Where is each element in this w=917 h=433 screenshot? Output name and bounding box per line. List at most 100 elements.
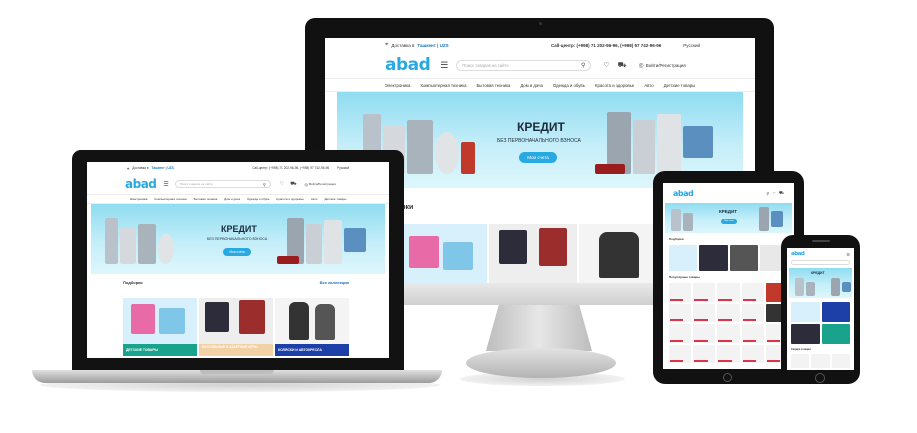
product-card[interactable]	[669, 303, 692, 322]
product-card[interactable]	[693, 283, 716, 302]
nav-item[interactable]: Авто	[311, 197, 318, 201]
product-card[interactable]	[741, 344, 764, 363]
collection-card[interactable]	[729, 245, 758, 271]
hero-button[interactable]: Мои счета	[721, 219, 737, 224]
product-card[interactable]	[717, 303, 740, 322]
logo[interactable]: abad	[791, 251, 805, 257]
delivery-city[interactable]: Ташкент | UZS	[417, 43, 448, 48]
heart-icon[interactable]: ♡	[603, 61, 609, 69]
menu-icon[interactable]: ☰	[440, 60, 448, 71]
tablet-section-title: Подборки	[669, 237, 684, 241]
nav-item[interactable]: Компьютерная техника	[154, 197, 186, 201]
collection-card[interactable]: ДЕТСКИЕ ТОВАРЫ	[123, 298, 197, 356]
product-card[interactable]	[811, 354, 830, 368]
collection-card[interactable]	[489, 224, 577, 283]
cart-icon[interactable]: ⛟	[290, 181, 296, 188]
all-collections-link[interactable]: Все коллекции	[320, 280, 349, 285]
product-card[interactable]	[693, 324, 716, 343]
login-link[interactable]: Войти/Регистрация	[309, 182, 336, 186]
nav-item[interactable]: Дом и дача	[520, 83, 543, 88]
collection-card[interactable]: КОЛЯСКИ И АВТОКРЕСЛА	[275, 298, 349, 356]
collection-card[interactable]	[669, 245, 698, 271]
nav-item[interactable]: Красота и здоровье	[276, 197, 303, 201]
logo[interactable]: abad	[673, 189, 694, 198]
heart-icon[interactable]: ♡	[772, 190, 776, 196]
hero-title: КРЕДИТ	[719, 209, 737, 214]
menu-icon[interactable]: ☰	[846, 252, 850, 257]
cart-icon[interactable]: ⛟	[618, 61, 627, 70]
nav-item[interactable]: Компьютерная техника	[420, 83, 466, 88]
collection-card[interactable]	[821, 302, 850, 322]
product-card[interactable]	[791, 354, 810, 368]
tablet-screen: abad ⚲ ♡ ⛟ КРЕДИТ Мои счета Подборки Поп…	[663, 183, 794, 369]
hero-banner[interactable]: КРЕДИТ Мои счета	[665, 203, 792, 233]
heart-icon[interactable]: ♡	[280, 181, 284, 187]
nav-item[interactable]: Красота и здоровье	[595, 83, 634, 88]
nav-item[interactable]: Авто	[644, 83, 653, 88]
nav-item[interactable]: Детские товары	[664, 83, 696, 88]
appliance-image	[683, 213, 693, 231]
collection-card[interactable]	[791, 324, 820, 344]
product-card[interactable]	[741, 303, 764, 322]
product-card[interactable]	[831, 354, 850, 368]
product-image	[499, 230, 527, 264]
appliance-image	[105, 218, 118, 264]
product-card[interactable]	[717, 324, 740, 343]
product-price	[670, 360, 684, 362]
product-card[interactable]	[669, 324, 692, 343]
phone-collections	[791, 302, 850, 344]
search-icon[interactable]: ⚲	[581, 62, 585, 69]
collection-card[interactable]	[699, 245, 728, 271]
nav-item[interactable]: Детские товары	[324, 197, 346, 201]
product-card[interactable]	[717, 344, 740, 363]
cart-icon[interactable]: ⛟	[779, 190, 784, 196]
login-link[interactable]: Войти/Регистрация	[646, 63, 686, 68]
hero-banner[interactable]: КРЕДИТ	[789, 268, 852, 298]
search-input[interactable]: Поиск товаров на сайте ⚲	[456, 59, 592, 71]
collection-card[interactable]	[791, 302, 820, 322]
hero-banner[interactable]: КРЕДИТ БЕЗ ПЕРВОНАЧАЛЬНОГО ВЗНОСА Мои сч…	[91, 204, 385, 274]
product-card[interactable]	[717, 283, 740, 302]
hero-title: КРЕДИТ	[811, 271, 825, 275]
product-card[interactable]	[693, 303, 716, 322]
nav-item[interactable]: Одежда и обувь	[247, 197, 269, 201]
menu-icon[interactable]: ☰	[163, 181, 168, 188]
delivery-city[interactable]: Ташкент | UZS	[152, 166, 174, 170]
nav-item[interactable]: Электроника	[385, 83, 411, 88]
tablet-home-button	[723, 373, 732, 382]
language-select[interactable]: Русский	[683, 43, 700, 48]
product-card[interactable]	[669, 283, 692, 302]
location-pin-icon: ⌖	[127, 165, 130, 171]
phone-products	[791, 354, 850, 368]
search-input[interactable]: Поиск товаров на сайте ⚲	[174, 180, 271, 188]
logo[interactable]: abad	[385, 55, 431, 75]
user-icon[interactable]: ◎	[638, 62, 643, 69]
product-card[interactable]	[741, 324, 764, 343]
nav-item[interactable]: Дом и дача	[224, 197, 240, 201]
nav-item[interactable]: Бытовая техника	[476, 83, 510, 88]
collection-card[interactable]: НАСТОЛЬНЫЕ И АЗАРТНЫЕ ИГРЫ	[199, 298, 273, 356]
appliance-image	[633, 120, 655, 174]
search-placeholder: Поиск товаров на сайте	[179, 182, 213, 186]
search-input[interactable]	[791, 260, 850, 265]
search-icon[interactable]: ⚲	[766, 190, 769, 196]
delivery-info[interactable]: ⌖ Доставка в Ташкент | UZS	[127, 166, 174, 171]
logo[interactable]: abad	[125, 177, 157, 191]
product-card[interactable]	[693, 344, 716, 363]
delivery-info[interactable]: ⌖ Доставка в Ташкент | UZS	[385, 42, 449, 49]
product-card[interactable]	[741, 283, 764, 302]
hero-button[interactable]: Мои счета	[519, 152, 557, 163]
language-select[interactable]: Русский	[337, 166, 349, 170]
collection-card[interactable]	[399, 224, 487, 283]
callcenter-text: Call-центр: (+998) 71 202-96-96, (+998) …	[551, 42, 662, 48]
product-image	[289, 302, 309, 340]
nav-item[interactable]: Электроника	[130, 197, 148, 201]
imac-header: abad ☰ Поиск товаров на сайте ⚲ ♡ ⛟ ◎ Во…	[325, 52, 755, 78]
nav-item[interactable]: Бытовая техника	[194, 197, 218, 201]
search-icon[interactable]: ⚲	[263, 182, 266, 187]
collection-card[interactable]	[821, 324, 850, 344]
nav-item[interactable]: Одежда и обувь	[553, 83, 585, 88]
hero-button[interactable]: Мои счета	[223, 248, 251, 256]
product-card[interactable]	[669, 344, 692, 363]
user-icon[interactable]: ◎	[305, 182, 309, 187]
